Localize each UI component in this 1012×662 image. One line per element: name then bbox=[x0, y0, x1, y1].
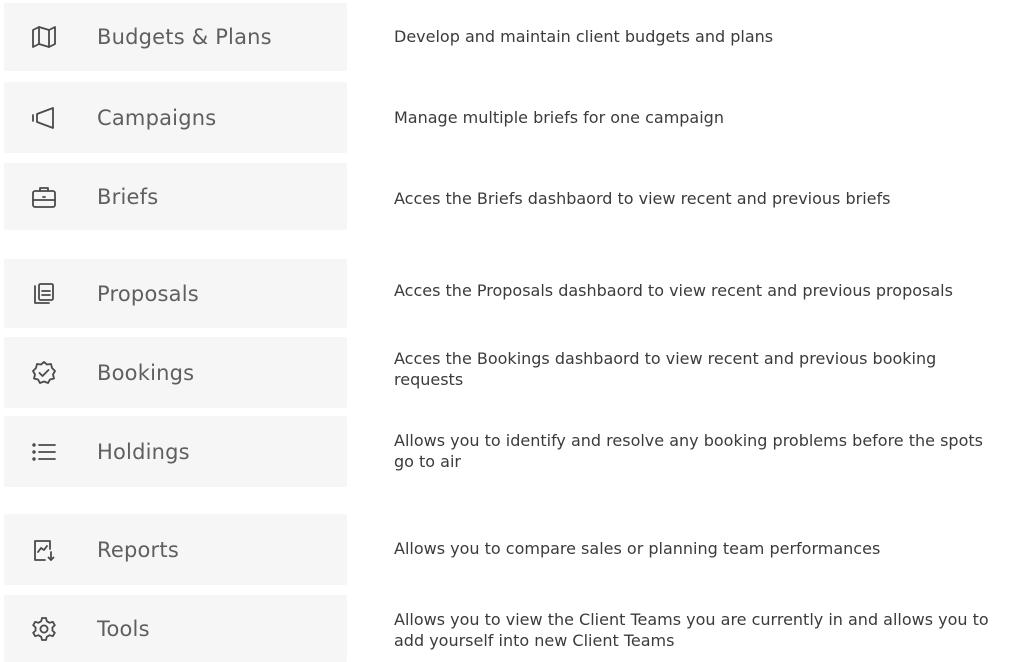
documents-icon bbox=[30, 280, 58, 308]
menu-item-bookings[interactable]: Bookings bbox=[4, 337, 347, 408]
menu-item-tools[interactable]: Tools bbox=[4, 595, 347, 662]
menu-item-description: Allows you to view the Client Teams you … bbox=[394, 610, 989, 650]
menu-item-briefs[interactable]: Briefs bbox=[4, 163, 347, 230]
menu-item-label: Reports bbox=[97, 537, 179, 562]
menu-item-label: Campaigns bbox=[97, 105, 217, 130]
menu-item-reports[interactable]: Reports bbox=[4, 514, 347, 585]
briefcase-icon bbox=[30, 183, 58, 211]
menu-item-label: Holdings bbox=[97, 439, 190, 464]
report-icon bbox=[30, 536, 58, 564]
list-icon bbox=[30, 438, 58, 466]
menu-item-description: Acces the Proposals dashbaord to view re… bbox=[394, 280, 953, 300]
menu-item-description: Allows you to identify and resolve any b… bbox=[394, 431, 983, 471]
menu-item-proposals[interactable]: Proposals bbox=[4, 259, 347, 328]
menu-item-description: Manage multiple briefs for one campaign bbox=[394, 107, 724, 127]
menu-item-label: Bookings bbox=[97, 360, 195, 385]
map-icon bbox=[30, 23, 58, 51]
megaphone-icon bbox=[30, 104, 58, 132]
menu-item-description: Acces the Bookings dashbaord to view rec… bbox=[394, 349, 937, 389]
menu-item-campaigns[interactable]: Campaigns bbox=[4, 82, 347, 153]
gear-icon bbox=[30, 615, 58, 643]
menu-item-description: Develop and maintain client budgets and … bbox=[394, 26, 774, 46]
badge-check-icon bbox=[30, 359, 58, 387]
menu-item-label: Proposals bbox=[97, 281, 199, 306]
menu-item-budgets-plans[interactable]: Budgets & Plans bbox=[4, 3, 347, 71]
menu-item-holdings[interactable]: Holdings bbox=[4, 416, 347, 487]
menu-item-description: Allows you to compare sales or planning … bbox=[394, 538, 881, 558]
menu-item-label: Tools bbox=[97, 616, 150, 641]
menu-item-label: Briefs bbox=[97, 184, 159, 209]
menu-item-label: Budgets & Plans bbox=[97, 25, 272, 49]
menu-item-description: Acces the Briefs dashbaord to view recen… bbox=[394, 188, 891, 208]
